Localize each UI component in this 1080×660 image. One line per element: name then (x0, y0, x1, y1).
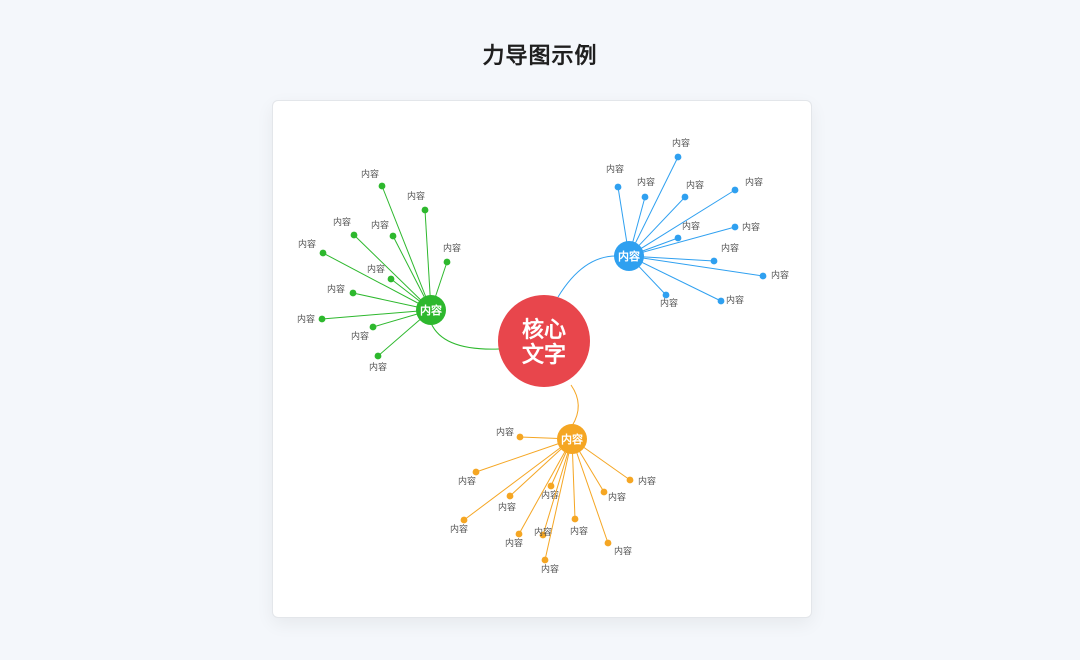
orange-leaf-node (460, 516, 468, 524)
green-leaf-label: 内容 (371, 219, 389, 230)
blue-leaf-label: 内容 (637, 176, 655, 187)
orange-leaf-link (463, 438, 573, 521)
green-branch: 内容内容内容 内容内容内容内容内容内容内容内容内容 (297, 168, 461, 372)
orange-leaf-node (516, 433, 524, 441)
force-mindmap: 内容内容内容 内容内容内容内容内容内容内容内容内容内容内容内容 内容 内容内容 内容内容… (297, 137, 789, 574)
green-leaf-label: 内容 (407, 190, 425, 201)
orange-leaf-node (547, 482, 555, 490)
green-leaf-node (369, 323, 377, 331)
orange-leaf-label: 内容 (570, 525, 588, 536)
green-leaf-label: 内容 (369, 361, 387, 372)
green-leaf-label: 内容 (333, 216, 351, 227)
green-leaf-label: 内容 (361, 168, 379, 179)
blue-leaf-node (614, 183, 622, 191)
green-leaf-label: 内容 (297, 313, 315, 324)
blue-leaf-label: 内容 (721, 242, 739, 253)
green-leaf-node (318, 315, 326, 323)
orange-leaf-node (541, 556, 549, 564)
blue-leaf-node (641, 193, 649, 201)
page-title: 力导图示例 (482, 43, 598, 68)
blue-leaf-node (710, 257, 718, 265)
green-core-connector (430, 322, 500, 350)
green-leaf-node (350, 231, 358, 239)
orange-leaf-label: 内容 (614, 545, 632, 556)
orange-leaf-node (604, 539, 612, 547)
orange-hub-label: 内容 (561, 432, 583, 446)
green-leaf-label: 内容 (367, 263, 385, 274)
blue-leaf-label: 内容 (682, 220, 700, 231)
green-leaf-link (353, 234, 432, 311)
blue-leaf-label: 内容 (686, 179, 704, 190)
orange-leaf-label: 内容 (608, 491, 626, 502)
orange-leaf-label: 内容 (541, 563, 559, 574)
blue-leaf-node (759, 272, 767, 280)
orange-leaf-label: 内容 (638, 475, 656, 486)
green-leaf-node (387, 275, 395, 283)
orange-core-connector (570, 384, 579, 427)
orange-leaf-link (475, 438, 573, 473)
orange-leaf-link (518, 438, 573, 535)
blue-leaf-label: 内容 (745, 176, 763, 187)
orange-branch: 内容内容内容内容 内容内容内容内容内容内容内容内容内容 (450, 424, 656, 574)
blue-leaf-node (717, 297, 725, 305)
green-leaf-node (378, 182, 386, 190)
green-leaf-node (389, 232, 397, 240)
blue-branch: 内容内容内容 内容 内容内容 内容内容内容内容 内容内容 (606, 137, 789, 308)
green-leaf-node (374, 352, 382, 360)
blue-leaf-node (674, 234, 682, 242)
core-label-line: 核心 (522, 317, 566, 342)
orange-leaf-label: 内容 (458, 475, 476, 486)
orange-leaf-label: 内容 (450, 523, 468, 534)
green-hub-label: 内容 (420, 303, 442, 317)
orange-leaf-label: 内容 (505, 537, 523, 548)
orange-leaf-node (515, 530, 523, 538)
green-leaf-node (443, 258, 451, 266)
green-leaf-label: 内容 (327, 283, 345, 294)
orange-leaf-node (571, 515, 579, 523)
orange-leaf-label: 内容 (496, 426, 514, 437)
core-label-line: 文字 (522, 342, 566, 367)
orange-leaf-node (626, 476, 634, 484)
blue-leaf-label: 内容 (672, 137, 690, 148)
blue-leaf-node (731, 186, 739, 194)
green-leaf-label: 内容 (298, 238, 316, 249)
mindmap-card: 内容 内容 内容 内容 内容 内容 内容 内容 内容 内容 内容 内容 内容 内容 内容 内容 内容 内容 内容 内容… (272, 100, 812, 618)
orange-leaf-node (600, 488, 608, 496)
blue-leaf-node (674, 153, 682, 161)
orange-leaf-label: 内容 (534, 526, 552, 537)
orange-leaf-label: 内容 (498, 501, 516, 512)
blue-leaf-label: 内容 (660, 297, 678, 308)
blue-leaf-node (731, 223, 739, 231)
green-leaf-node (319, 249, 327, 257)
blue-leaf-label: 内容 (771, 269, 789, 280)
orange-leaf-node (506, 492, 514, 500)
green-leaf-node (421, 206, 429, 214)
blue-leaf-label: 内容 (606, 163, 624, 174)
green-leaf-node (349, 289, 357, 297)
green-leaf-link (322, 252, 432, 311)
green-leaf-link (424, 209, 432, 311)
green-leaf-label: 内容 (443, 242, 461, 253)
blue-leaf-label: 内容 (742, 221, 760, 232)
blue-core-connector (557, 255, 617, 298)
blue-hub-label: 内容 (618, 249, 640, 263)
blue-leaf-node (681, 193, 689, 201)
blue-leaf-label: 内容 (726, 294, 744, 305)
blue-leaf-link (628, 226, 736, 257)
orange-leaf-link (542, 438, 573, 536)
green-leaf-label: 内容 (351, 330, 369, 341)
orange-leaf-node (472, 468, 480, 476)
